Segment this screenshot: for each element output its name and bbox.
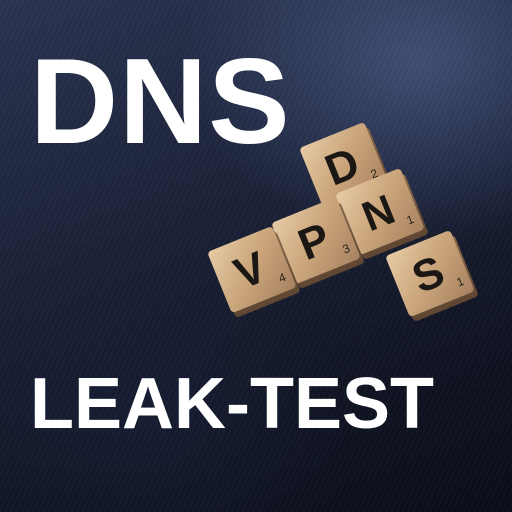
title-leak-test: LEAK-TEST	[30, 364, 434, 444]
image-scene: DNS D 2 N 1 S 1 P 3 V 4 LEAK-TEST	[0, 0, 512, 512]
